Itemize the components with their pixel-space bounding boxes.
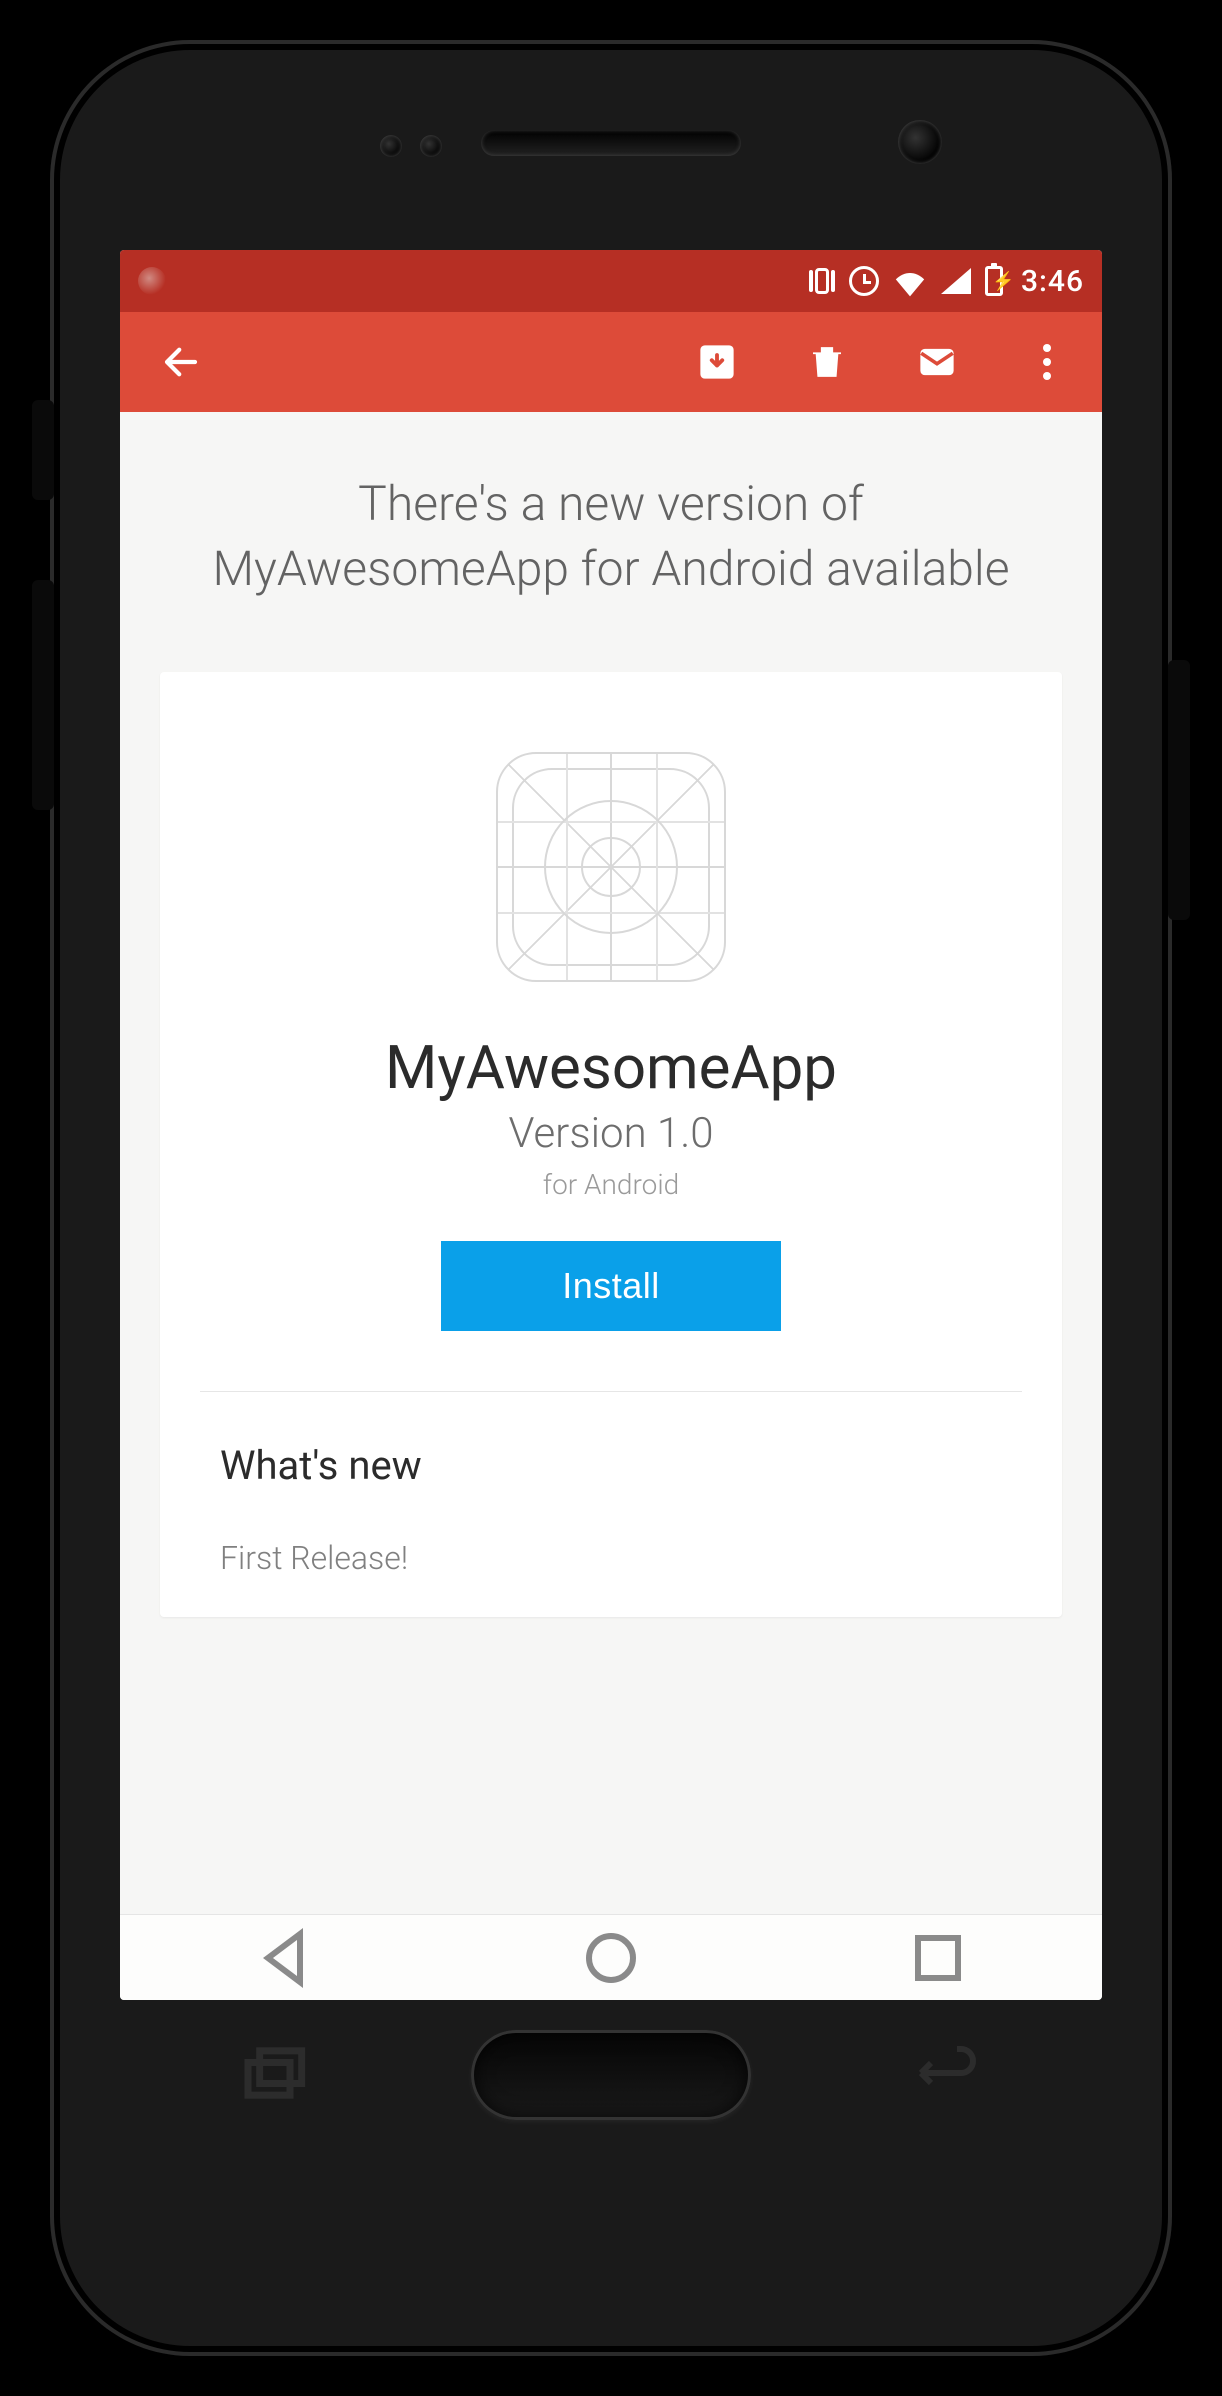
power-button bbox=[1168, 660, 1190, 920]
wifi-icon bbox=[893, 268, 927, 294]
email-content[interactable]: There's a new version of MyAwesomeApp fo… bbox=[120, 412, 1102, 1914]
mark-unread-button[interactable] bbox=[902, 327, 972, 397]
status-clock: 3:46 bbox=[1021, 264, 1084, 299]
app-version: Version 1.0 bbox=[220, 1109, 1002, 1158]
navigation-bar bbox=[120, 1914, 1102, 2000]
overflow-menu-button[interactable] bbox=[1012, 327, 1082, 397]
release-notes: First Release! bbox=[220, 1539, 1002, 1577]
mail-icon bbox=[916, 341, 958, 383]
cellular-signal-icon bbox=[941, 268, 971, 294]
home-button[interactable] bbox=[471, 2030, 751, 2120]
app-icon-placeholder-icon bbox=[496, 752, 726, 982]
sensor-dot-icon bbox=[380, 135, 402, 157]
earpiece bbox=[481, 130, 741, 156]
nav-home-button[interactable] bbox=[571, 1928, 651, 1988]
screen: ⚡ 3:46 bbox=[120, 250, 1102, 2000]
hardware-buttons bbox=[50, 2030, 1172, 2120]
stage: ⚡ 3:46 bbox=[0, 0, 1222, 2396]
vibrate-icon bbox=[809, 268, 835, 294]
phone-frame: ⚡ 3:46 bbox=[50, 40, 1172, 2356]
status-bar: ⚡ 3:46 bbox=[120, 250, 1102, 312]
app-platform: for Android bbox=[220, 1168, 1002, 1201]
capacitive-back-icon bbox=[911, 2043, 981, 2107]
front-camera-icon bbox=[898, 120, 942, 164]
nav-back-icon bbox=[244, 1918, 324, 1998]
divider bbox=[200, 1391, 1022, 1392]
nav-back-button[interactable] bbox=[244, 1928, 324, 1988]
recording-dot-icon bbox=[138, 267, 166, 295]
whats-new-title: What's new bbox=[220, 1442, 1002, 1489]
delete-button[interactable] bbox=[792, 327, 862, 397]
app-bar bbox=[120, 312, 1102, 412]
back-button[interactable] bbox=[146, 327, 216, 397]
arrow-left-icon bbox=[160, 341, 202, 383]
install-button[interactable]: Install bbox=[441, 1241, 781, 1331]
email-subject: There's a new version of MyAwesomeApp fo… bbox=[120, 412, 1102, 672]
nav-home-icon bbox=[571, 1918, 651, 1998]
trash-icon bbox=[806, 341, 848, 383]
volume-rocker bbox=[32, 580, 54, 810]
nav-recents-icon bbox=[898, 1918, 978, 1998]
battery-charging-icon: ⚡ bbox=[985, 266, 1003, 296]
side-button bbox=[32, 400, 54, 500]
archive-button[interactable] bbox=[682, 327, 752, 397]
alarm-icon bbox=[849, 266, 879, 296]
app-name: MyAwesomeApp bbox=[220, 1032, 1002, 1103]
release-card: MyAwesomeApp Version 1.0 for Android Ins… bbox=[160, 672, 1062, 1617]
archive-icon bbox=[696, 341, 738, 383]
capacitive-recents-icon bbox=[241, 2043, 311, 2107]
nav-recents-button[interactable] bbox=[898, 1928, 978, 1988]
sensor-dot-icon bbox=[420, 135, 442, 157]
more-vert-icon bbox=[1043, 344, 1051, 380]
